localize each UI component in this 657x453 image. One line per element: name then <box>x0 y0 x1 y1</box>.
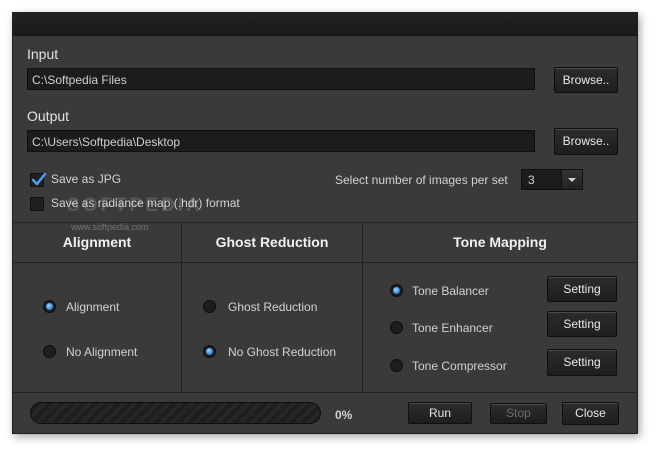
save-hdr-checkbox[interactable] <box>30 197 44 211</box>
dropdown-button[interactable] <box>561 170 582 189</box>
images-per-set-select[interactable]: 3 <box>521 169 583 190</box>
footer-divider <box>13 392 637 393</box>
tone-enhancer-radio[interactable] <box>390 321 403 334</box>
tone-compressor-radio[interactable] <box>390 359 403 372</box>
tone-balancer-label: Tone Balancer <box>412 284 489 298</box>
tone-balancer-setting-button[interactable]: Setting <box>547 276 617 302</box>
tone-compressor-setting-button[interactable]: Setting <box>547 349 617 376</box>
run-button[interactable]: Run <box>408 402 472 424</box>
tone-mapping-header: Tone Mapping <box>453 234 547 250</box>
header-divider <box>13 262 637 263</box>
output-label: Output <box>27 108 70 124</box>
input-label: Input <box>27 46 59 62</box>
alignment-option-label: Alignment <box>66 300 120 314</box>
hdr-dialog-window: Input C:\Softpedia Files Browse.. Output… <box>12 12 638 434</box>
alignment-radio[interactable] <box>43 300 56 313</box>
stop-button[interactable]: Stop <box>490 403 547 424</box>
input-path-field[interactable]: C:\Softpedia Files <box>27 68 535 90</box>
progress-percent: 0% <box>335 408 353 422</box>
chevron-down-icon <box>568 178 576 182</box>
title-bar[interactable] <box>13 13 637 36</box>
save-jpg-label: Save as JPG <box>51 172 122 186</box>
close-button[interactable]: Close <box>562 402 619 425</box>
tone-enhancer-setting-button[interactable]: Setting <box>547 311 617 337</box>
tone-balancer-radio[interactable] <box>390 284 403 297</box>
output-path-field[interactable]: C:\Users\Softpedia\Desktop <box>27 130 535 152</box>
images-per-set-value: 3 <box>528 173 535 187</box>
ghost-reduction-header: Ghost Reduction <box>215 234 329 250</box>
no-alignment-option-label: No Alignment <box>66 345 138 359</box>
no-alignment-radio[interactable] <box>43 345 56 358</box>
no-ghost-reduction-option-label: No Ghost Reduction <box>228 345 337 359</box>
save-hdr-label: Save as radiance map (.hdr) format <box>51 196 240 210</box>
no-ghost-reduction-radio[interactable] <box>203 345 216 358</box>
tone-compressor-label: Tone Compressor <box>412 359 507 373</box>
progress-bar <box>30 402 321 424</box>
tone-enhancer-label: Tone Enhancer <box>412 321 493 335</box>
ghost-reduction-radio[interactable] <box>203 300 216 313</box>
checkmark-icon <box>31 172 47 186</box>
input-browse-button[interactable]: Browse.. <box>554 67 618 93</box>
images-per-set-label: Select number of images per set <box>335 173 508 187</box>
alignment-header: Alignment <box>62 234 132 250</box>
ghost-reduction-option-label: Ghost Reduction <box>228 300 318 314</box>
output-browse-button[interactable]: Browse.. <box>554 128 618 155</box>
save-jpg-checkbox[interactable] <box>30 172 47 187</box>
